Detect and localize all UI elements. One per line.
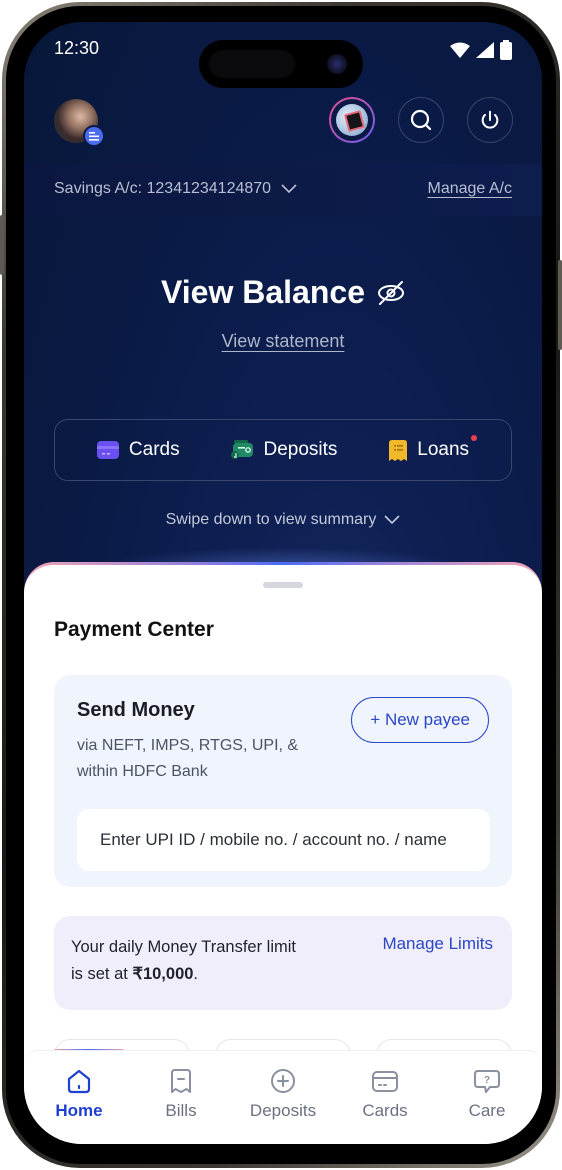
logout-button[interactable] bbox=[467, 97, 513, 143]
bill-icon bbox=[171, 1069, 191, 1093]
manage-account-link[interactable]: Manage A/c bbox=[428, 180, 513, 198]
dynamic-island bbox=[199, 40, 363, 88]
status-time: 12:30 bbox=[54, 38, 100, 58]
home-icon bbox=[67, 1069, 91, 1094]
nav-deposits[interactable]: Deposits bbox=[235, 1067, 331, 1144]
section-title: Payment Center bbox=[54, 618, 214, 641]
nav-label: Bills bbox=[165, 1101, 197, 1120]
gift-card-icon bbox=[336, 104, 368, 136]
plus-circle-icon bbox=[271, 1069, 295, 1093]
view-balance[interactable]: View Balance bbox=[24, 274, 542, 311]
eye-off-icon[interactable] bbox=[377, 280, 405, 306]
balance-title: View Balance bbox=[161, 274, 365, 310]
menu-icon[interactable] bbox=[83, 125, 105, 147]
drag-handle[interactable] bbox=[263, 582, 303, 588]
card-icon bbox=[96, 441, 119, 459]
app-screen: 12:30 Savings A/c: 12341234124870 Manage… bbox=[24, 22, 542, 1144]
send-money-card: Send Money via NEFT, IMPS, RTGS, UPI, & … bbox=[54, 675, 512, 887]
signal-icon bbox=[476, 42, 494, 58]
payee-search-input[interactable] bbox=[77, 809, 490, 871]
sensor bbox=[209, 50, 295, 78]
camera bbox=[327, 54, 347, 74]
manage-limits-link[interactable]: Manage Limits bbox=[382, 934, 493, 954]
svg-text:?: ? bbox=[484, 1075, 490, 1086]
account-selector-row: Savings A/c: 12341234124870 Manage A/c bbox=[24, 164, 542, 216]
quick-link-deposits[interactable]: Deposits bbox=[231, 439, 337, 461]
account-selector[interactable]: Savings A/c: 12341234124870 bbox=[54, 180, 297, 198]
nav-label: Care bbox=[468, 1101, 506, 1120]
nav-home[interactable]: Home bbox=[31, 1067, 127, 1144]
new-payee-button[interactable]: + New payee bbox=[351, 697, 489, 743]
notification-dot bbox=[471, 435, 478, 441]
chevron-down-icon bbox=[384, 515, 400, 525]
nav-bills[interactable]: Bills bbox=[133, 1067, 229, 1144]
status-icons bbox=[450, 40, 512, 60]
battery-icon bbox=[500, 40, 512, 60]
promo-button[interactable] bbox=[329, 97, 375, 143]
transfer-limit-card: Your daily Money Transfer limit is set a… bbox=[54, 916, 512, 1010]
nav-care[interactable]: ? Care bbox=[439, 1067, 535, 1144]
wifi-icon bbox=[450, 42, 470, 58]
bottom-nav: Home Bills Deposits Cards ? Care bbox=[24, 1050, 542, 1144]
card-icon bbox=[372, 1071, 398, 1092]
power-icon bbox=[481, 110, 499, 129]
wallet-icon bbox=[231, 440, 254, 459]
search-button[interactable] bbox=[398, 97, 444, 143]
send-money-title: Send Money bbox=[77, 699, 195, 721]
nav-label: Cards bbox=[362, 1101, 408, 1120]
limit-text-suffix: . bbox=[193, 965, 199, 983]
volume-button bbox=[0, 215, 4, 275]
quick-link-loans[interactable]: Loans bbox=[389, 435, 478, 461]
view-statement-link[interactable]: View statement bbox=[222, 331, 345, 351]
account-number: Savings A/c: 12341234124870 bbox=[54, 180, 272, 197]
nav-cards[interactable]: Cards bbox=[337, 1067, 433, 1144]
limit-amount: ₹10,000 bbox=[132, 965, 194, 983]
nav-label: Home bbox=[55, 1101, 103, 1120]
limit-text: Your daily Money Transfer limit is set a… bbox=[71, 934, 311, 988]
quick-link-cards[interactable]: Cards bbox=[96, 439, 180, 461]
chevron-down-icon bbox=[281, 184, 297, 194]
swipe-hint[interactable]: Swipe down to view summary bbox=[24, 511, 542, 529]
swipe-hint-text: Swipe down to view summary bbox=[165, 511, 377, 528]
power-side-button bbox=[558, 260, 562, 350]
help-chat-icon: ? bbox=[474, 1070, 500, 1093]
nav-label: Deposits bbox=[249, 1101, 317, 1120]
quick-links: Cards Deposits Loans bbox=[54, 419, 512, 481]
receipt-icon bbox=[389, 439, 408, 461]
quick-link-label: Loans bbox=[417, 439, 470, 460]
send-money-subtitle: via NEFT, IMPS, RTGS, UPI, & within HDFC… bbox=[77, 737, 299, 780]
search-icon bbox=[410, 109, 432, 131]
header bbox=[24, 97, 542, 147]
statement-row: View statement bbox=[24, 331, 542, 352]
quick-link-label: Cards bbox=[128, 439, 180, 460]
quick-link-label: Deposits bbox=[263, 439, 338, 460]
